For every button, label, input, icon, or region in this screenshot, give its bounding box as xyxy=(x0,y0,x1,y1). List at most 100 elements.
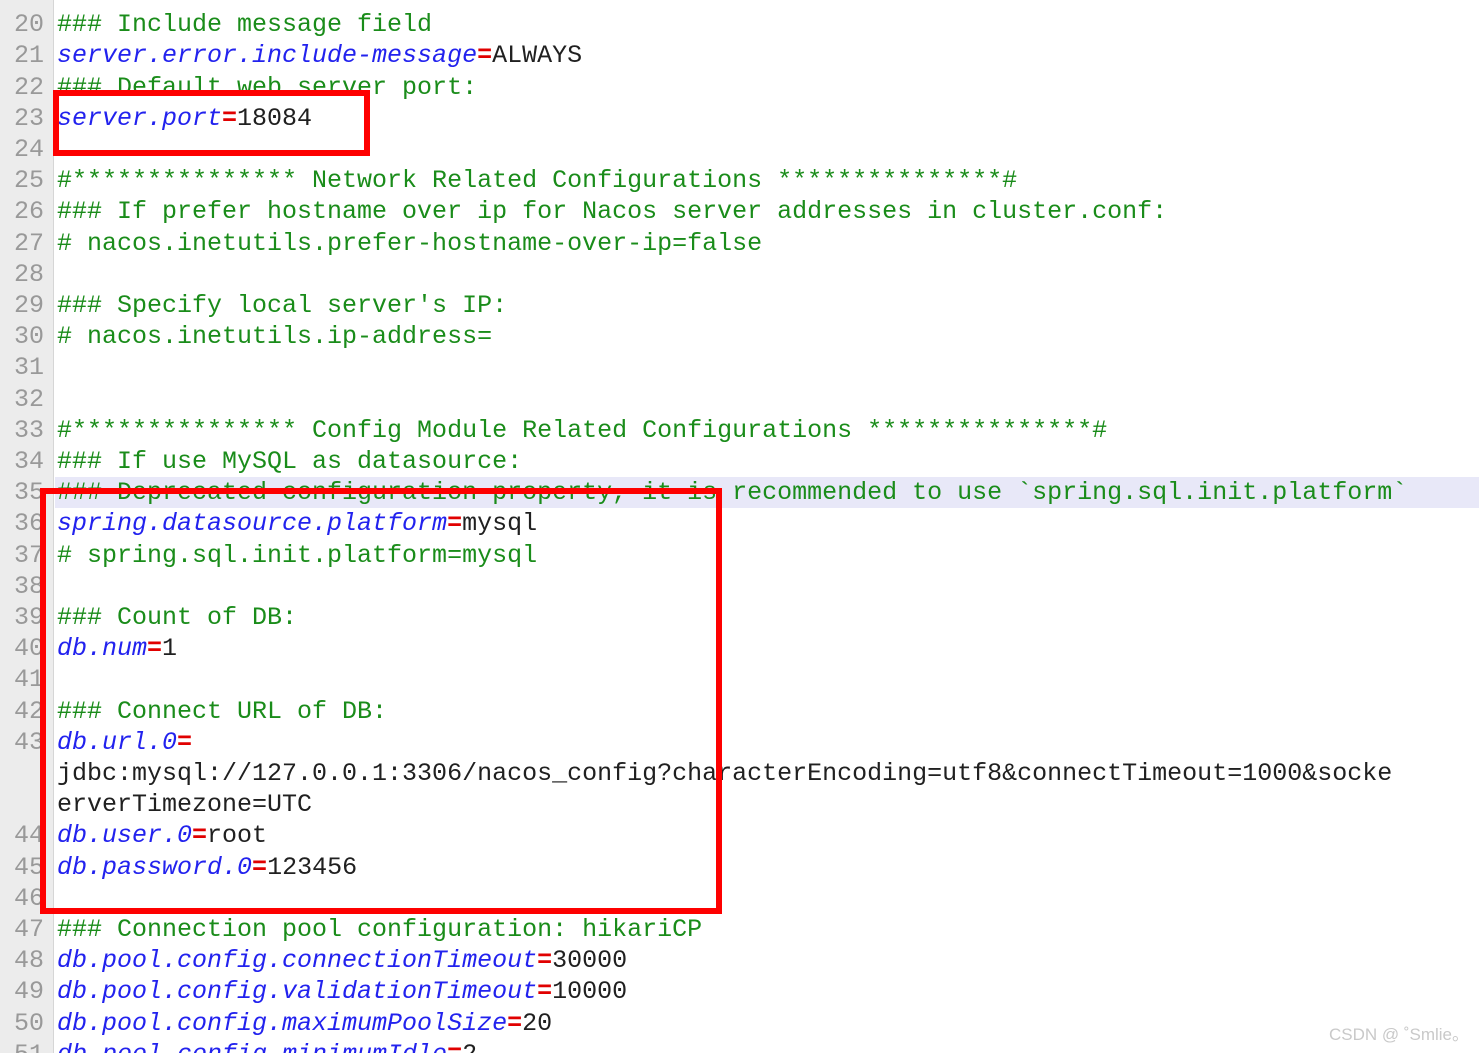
code-line[interactable]: 32 xyxy=(0,384,1479,415)
code-line[interactable]: 27 # nacos.inetutils.prefer-hostname-over… xyxy=(0,228,1479,259)
token-val: /nacos xyxy=(462,0,552,8)
code-line-text: #*************** Config Module Related C… xyxy=(57,415,1107,446)
line-number: 19 xyxy=(0,0,44,9)
code-line[interactable]: 49 db.pool.config.validationTimeout=10000 xyxy=(0,976,1479,1007)
code-line[interactable]: 45 db.password.0=123456 xyxy=(0,852,1479,883)
code-line[interactable]: 50 db.pool.config.maximumPoolSize=20 xyxy=(0,1008,1479,1039)
code-line[interactable]: 39 ### Count of DB: xyxy=(0,602,1479,633)
code-line[interactable]: 40 db.num=1 xyxy=(0,633,1479,664)
token-val: ALWAYS xyxy=(492,41,583,71)
code-line[interactable]: 36 spring.datasource.platform=mysql xyxy=(0,508,1479,539)
token-val: 123456 xyxy=(267,852,358,882)
token-val: 18084 xyxy=(237,103,313,133)
code-line[interactable]: 31 xyxy=(0,352,1479,383)
token-key: server.port xyxy=(57,103,223,133)
code-line-text: db.num=1 xyxy=(57,633,177,664)
line-number: 39 xyxy=(13,603,44,632)
token-eq: = xyxy=(447,1040,462,1053)
code-line-text: ### Specify local server's IP: xyxy=(57,290,507,321)
code-line[interactable]: 42 ### Connect URL of DB: xyxy=(0,696,1479,727)
code-line-text: db.user.0=root xyxy=(57,820,267,851)
code-line[interactable]: 48 db.pool.config.connectionTimeout=30000 xyxy=(0,945,1479,976)
line-number: 44 xyxy=(13,821,44,851)
line-number: 50 xyxy=(13,1008,44,1038)
code-line[interactable]: 38 xyxy=(0,571,1479,602)
line-number: 27 xyxy=(13,228,44,258)
token-cmt: ### Include message field xyxy=(57,10,433,40)
code-line[interactable]: 20 ### Include message field xyxy=(0,9,1479,40)
token-cmt: ### If prefer hostname over ip for Nacos… xyxy=(57,197,1168,227)
token-cmt: # spring.sql.init.platform=mysql xyxy=(57,540,538,570)
token-key: db.pool.config.minimumIdle xyxy=(57,1040,447,1053)
code-line-text: jdbc:mysql://127.0.0.1:3306/nacos_config… xyxy=(57,758,1392,789)
token-eq: = xyxy=(177,727,193,757)
code-line[interactable]: 44 db.user.0=root xyxy=(0,820,1479,851)
token-eq: = xyxy=(477,41,493,71)
code-line[interactable]: 41 xyxy=(0,664,1479,695)
code-line[interactable]: 29 ### Specify local server's IP: xyxy=(0,290,1479,321)
token-plain: erverTimezone=UTC xyxy=(57,790,313,820)
token-cmt: # nacos.inetutils.prefer-hostname-over-i… xyxy=(57,228,763,258)
code-line[interactable]: 23 server.port=18084 xyxy=(0,103,1479,134)
code-editor[interactable]: 19server.servlet.contextPath=/nacos20###… xyxy=(0,0,1479,1053)
code-line-wrapped[interactable]: jdbc:mysql://127.0.0.1:3306/nacos_config… xyxy=(0,758,1479,789)
code-line-text: ### Default web server port: xyxy=(57,72,477,103)
line-number: 29 xyxy=(13,291,44,320)
line-number: 38 xyxy=(13,571,44,601)
token-cmt: ### Default web server port: xyxy=(57,72,478,102)
token-eq: = xyxy=(447,509,463,539)
code-line-text: server.port=18084 xyxy=(57,103,312,134)
code-line[interactable]: 26 ### If prefer hostname over ip for Nac… xyxy=(0,196,1479,227)
code-line[interactable]: 21 server.error.include-message=ALWAYS xyxy=(0,40,1479,71)
code-line[interactable]: 35 ### Deprecated configuration property,… xyxy=(0,477,1479,509)
token-val: 20 xyxy=(522,1008,553,1038)
code-line-text: spring.datasource.platform=mysql xyxy=(57,508,537,539)
code-line[interactable]: 24 xyxy=(0,134,1479,165)
token-key: db.num xyxy=(57,634,148,664)
code-line[interactable]: 33 #*************** Config Module Related… xyxy=(0,415,1479,446)
code-content[interactable]: 19server.servlet.contextPath=/nacos20###… xyxy=(0,0,1479,1053)
code-line-text: erverTimezone=UTC xyxy=(57,789,312,820)
line-number: 35 xyxy=(13,478,44,508)
token-key: db.pool.config.connectionTimeout xyxy=(57,946,538,976)
line-number: 31 xyxy=(13,353,44,383)
token-plain: jdbc:mysql://127.0.0.1:3306/nacos_config… xyxy=(57,759,1393,788)
line-number: 46 xyxy=(13,883,44,913)
code-line-text: # nacos.inetutils.prefer-hostname-over-i… xyxy=(57,228,762,259)
code-line[interactable]: 37 # spring.sql.init.platform=mysql xyxy=(0,540,1479,571)
token-eq: = xyxy=(252,852,268,882)
token-val: root xyxy=(207,821,268,851)
code-line-text: ### If use MySQL as datasource: xyxy=(57,446,522,477)
code-line-text: db.pool.config.maximumPoolSize=20 xyxy=(57,1008,552,1039)
token-key: server.servlet.contextPath xyxy=(57,0,447,8)
token-val: 1 xyxy=(162,634,178,664)
line-number: 24 xyxy=(13,135,44,164)
line-number: 34 xyxy=(13,447,44,476)
token-val: 2 xyxy=(462,1040,477,1053)
line-number: 33 xyxy=(13,415,44,445)
line-number: 48 xyxy=(13,946,44,976)
code-line-text: db.password.0=123456 xyxy=(57,852,357,883)
token-cmt: ### If use MySQL as datasource: xyxy=(57,447,523,476)
code-line[interactable]: 43 db.url.0= xyxy=(0,727,1479,758)
line-number: 25 xyxy=(13,166,44,196)
code-line[interactable]: 34 ### If use MySQL as datasource: xyxy=(0,446,1479,477)
code-line[interactable]: 51 db.pool.config.minimumIdle=2 xyxy=(0,1039,1479,1053)
token-cmt: ### Connect URL of DB: xyxy=(57,696,388,726)
code-line[interactable]: 47 ### Connection pool configuration: hik… xyxy=(0,914,1479,945)
code-line-wrapped[interactable]: erverTimezone=UTC xyxy=(0,789,1479,820)
code-line[interactable]: 19 server.servlet.contextPath=/nacos xyxy=(0,0,1479,9)
code-line-text: # spring.sql.init.platform=mysql xyxy=(57,540,537,571)
token-eq: = xyxy=(192,821,208,851)
code-line[interactable]: 22 ### Default web server port: xyxy=(0,72,1479,103)
code-line[interactable]: 28 xyxy=(0,259,1479,290)
code-line-text: db.pool.config.minimumIdle=2 xyxy=(57,1039,477,1053)
code-line[interactable]: 25 #*************** Network Related Confi… xyxy=(0,165,1479,196)
csdn-watermark: CSDN @ ˚Smlie。 xyxy=(1328,1025,1469,1044)
line-number: 23 xyxy=(13,103,44,133)
code-line[interactable]: 46 xyxy=(0,883,1479,914)
line-number: 21 xyxy=(13,41,44,71)
code-line[interactable]: 30 # nacos.inetutils.ip-address= xyxy=(0,321,1479,352)
line-number: 47 xyxy=(13,915,44,944)
token-cmt: ### Specify local server's IP: xyxy=(57,291,508,320)
